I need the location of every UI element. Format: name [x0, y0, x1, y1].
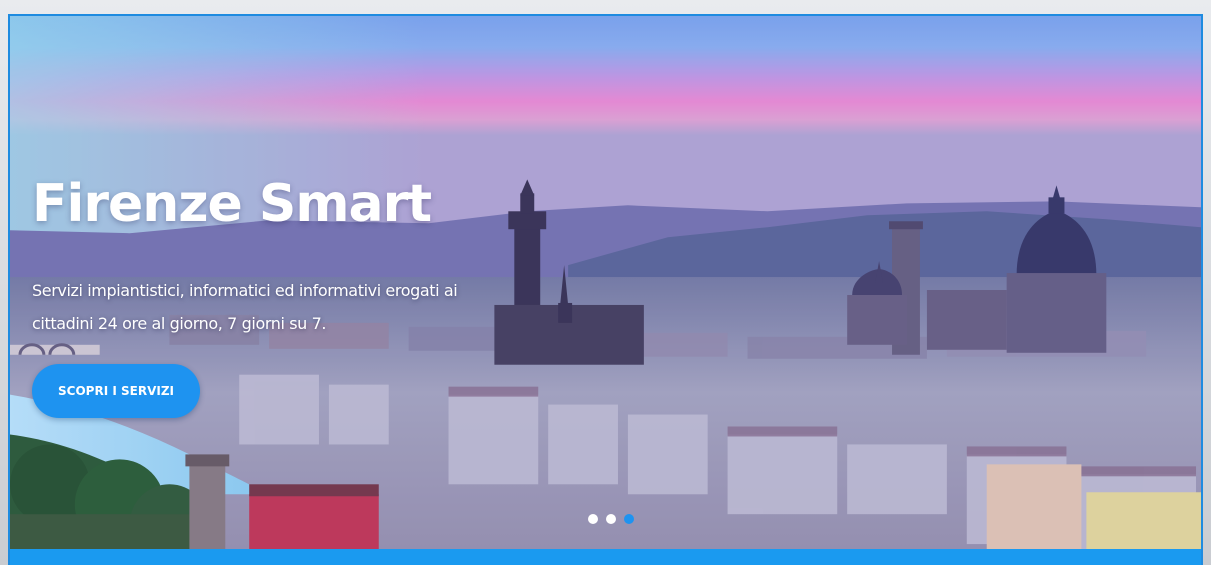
hero-title: Firenze Smart: [32, 174, 432, 234]
carousel-dot-3[interactable]: [624, 514, 634, 524]
carousel-dot-2[interactable]: [606, 514, 616, 524]
carousel-dot-1[interactable]: [588, 514, 598, 524]
carousel-indicators: [588, 514, 634, 524]
discover-services-button[interactable]: SCOPRI I SERVIZI: [32, 364, 200, 418]
hero-slider: Firenze Smart Servizi impiantistici, inf…: [8, 14, 1203, 565]
hero-subtitle: Servizi impiantistici, informatici ed in…: [32, 281, 458, 333]
bottom-accent-bar: [10, 549, 1201, 565]
screenshot-frame: Firenze Smart Servizi impiantistici, inf…: [0, 0, 1211, 565]
